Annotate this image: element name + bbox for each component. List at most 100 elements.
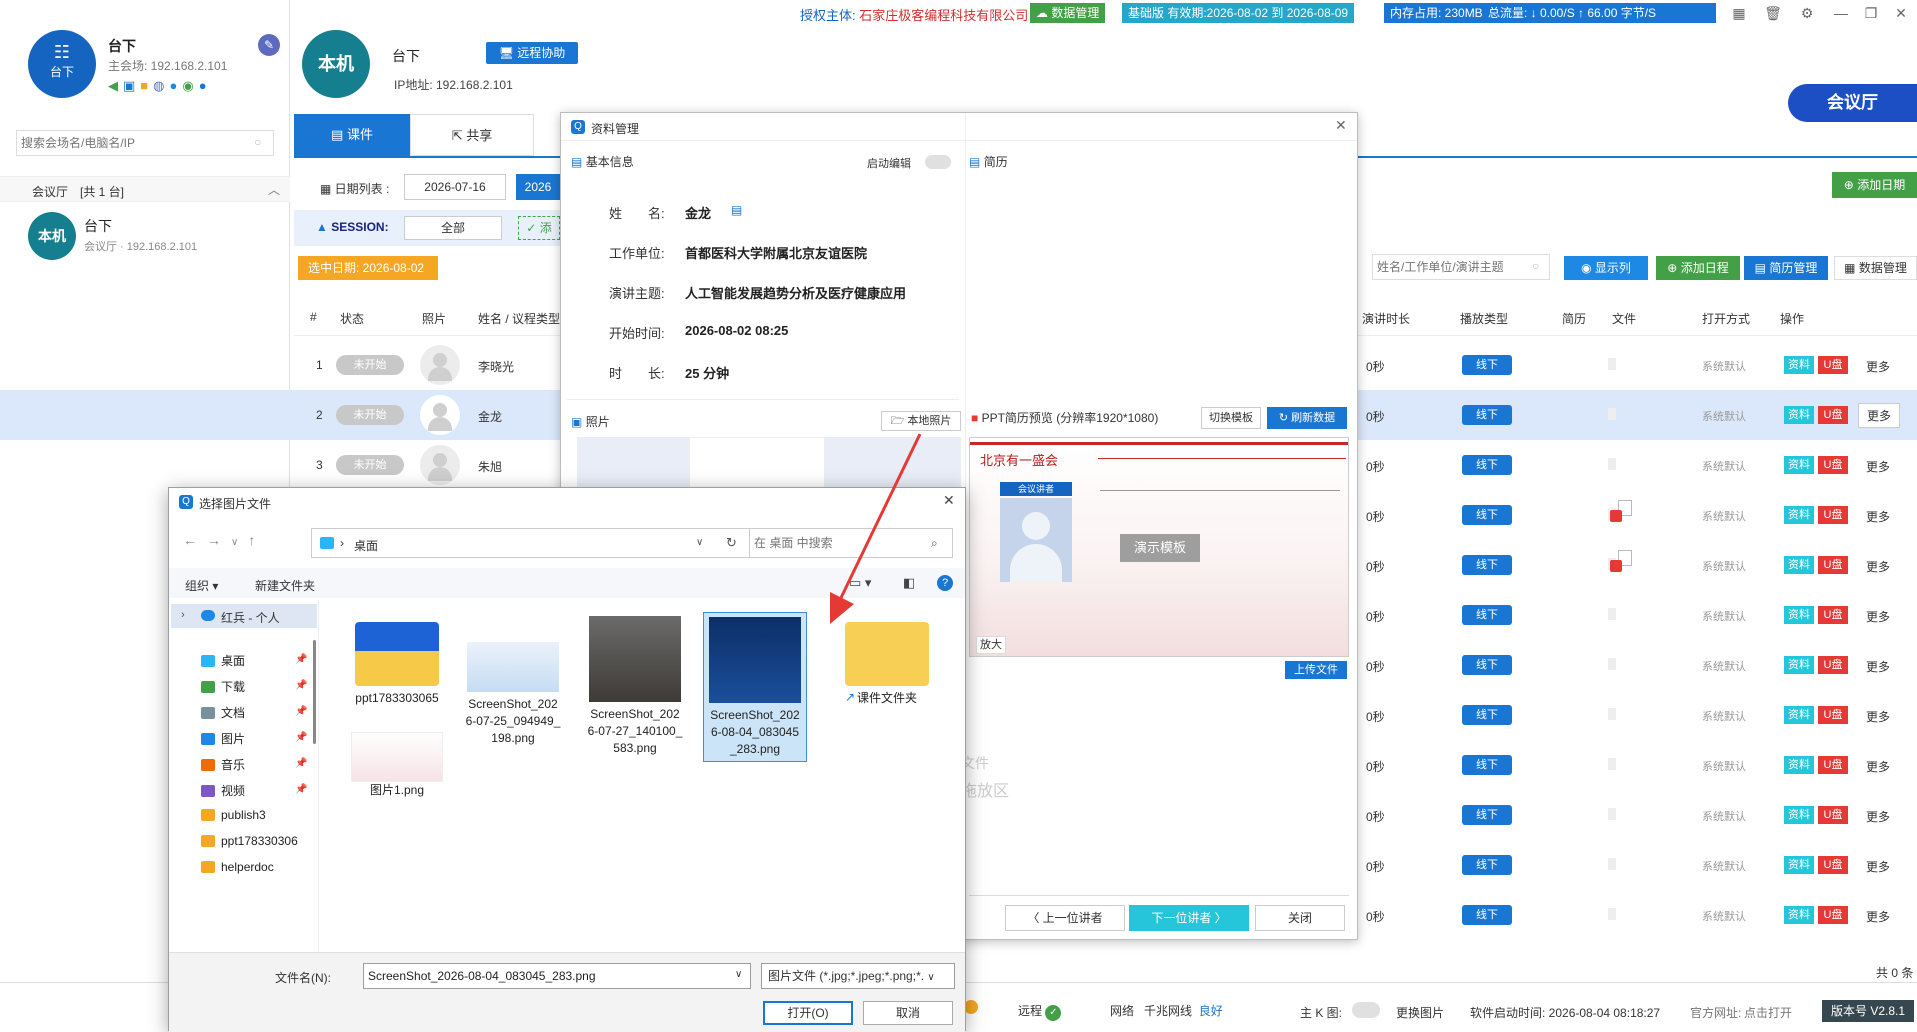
photo-slot-1[interactable]: [577, 437, 689, 493]
materials-button[interactable]: 资料: [1784, 756, 1814, 774]
file-type-select[interactable]: 图片文件 (*.jpg;*.jpeg;*.png;*. ∨: [761, 963, 955, 989]
show-columns-button[interactable]: ◉ 显示列: [1564, 256, 1648, 280]
skin-icon[interactable]: ▦: [1728, 2, 1750, 24]
resume-icon[interactable]: [1608, 758, 1616, 770]
prev-speaker-button[interactable]: 〈 上一位讲者: [1005, 905, 1125, 931]
resume-mgmt-button[interactable]: ▤ 简历管理: [1744, 256, 1828, 280]
add-schedule-button[interactable]: ⊕ 添加日程: [1656, 256, 1740, 280]
usb-button[interactable]: U盘: [1818, 406, 1848, 424]
materials-button[interactable]: 资料: [1784, 606, 1814, 624]
speaker-search-input[interactable]: [1372, 254, 1550, 280]
resume-icon[interactable]: [1608, 658, 1616, 670]
resume-icon[interactable]: [1608, 458, 1616, 470]
file-dialog-close-icon[interactable]: ✕: [943, 492, 955, 509]
more-button[interactable]: 更多: [1866, 908, 1890, 925]
forward-icon[interactable]: →: [207, 532, 231, 548]
resume-icon[interactable]: [1608, 708, 1616, 720]
usb-button[interactable]: U盘: [1818, 656, 1848, 674]
usb-button[interactable]: U盘: [1818, 906, 1848, 924]
date-chip-1[interactable]: 2026-07-16: [404, 174, 506, 200]
refresh-data-button[interactable]: ↻ 刷新数据: [1267, 407, 1347, 429]
usb-button[interactable]: U盘: [1818, 456, 1848, 474]
site-open-link[interactable]: 点击打开: [1744, 1004, 1792, 1021]
materials-button[interactable]: 资料: [1784, 406, 1814, 424]
nav-item[interactable]: publish3: [201, 808, 266, 822]
nav-item[interactable]: 下载: [201, 678, 245, 695]
recent-dropdown-icon[interactable]: ∨: [231, 537, 248, 548]
add-date-button[interactable]: ⊕ 添加日期: [1832, 172, 1917, 198]
ppt-file-icon[interactable]: [1610, 550, 1632, 576]
file-tile[interactable]: ScreenShot_2026-07-25_094949_198.png: [461, 612, 565, 762]
address-bar[interactable]: › 桌面 ∨ ↻: [311, 528, 751, 558]
materials-button[interactable]: 资料: [1784, 556, 1814, 574]
usb-button[interactable]: U盘: [1818, 706, 1848, 724]
resume-icon[interactable]: [1608, 808, 1616, 820]
up-icon[interactable]: ↑: [248, 532, 265, 548]
main-k-toggle[interactable]: [1352, 1002, 1380, 1018]
group-header[interactable]: 会议厅 [共 1 台] ︿: [0, 176, 290, 202]
usb-button[interactable]: U盘: [1818, 806, 1848, 824]
data-mgmt-badge[interactable]: ☁ 数据管理: [1030, 3, 1106, 23]
nav-scrollbar[interactable]: [313, 640, 316, 744]
ppt-file-icon[interactable]: [1610, 500, 1632, 526]
minimize-icon[interactable]: —: [1830, 2, 1852, 24]
back-icon[interactable]: ←: [183, 532, 207, 548]
usb-button[interactable]: U盘: [1818, 606, 1848, 624]
edit-icon[interactable]: ✎: [258, 34, 280, 56]
nav-item[interactable]: helperdoc: [201, 860, 274, 874]
resume-icon[interactable]: [1608, 908, 1616, 920]
tab-courseware[interactable]: ▤ 课件: [294, 114, 410, 156]
upload-file-button[interactable]: 上传文件: [1285, 661, 1347, 679]
remote-assist-button[interactable]: 🖥 远程协助: [486, 42, 578, 64]
session-all-chip[interactable]: 全部: [404, 216, 502, 240]
nav-user-item[interactable]: › 红兵 - 个人: [171, 604, 317, 628]
nav-item[interactable]: 桌面: [201, 652, 245, 669]
resume-icon[interactable]: [1608, 408, 1616, 420]
materials-button[interactable]: 资料: [1784, 706, 1814, 724]
id-card-icon[interactable]: ▤: [731, 203, 742, 217]
filename-input[interactable]: [363, 963, 751, 989]
chevron-down-icon[interactable]: ∨: [696, 537, 703, 548]
materials-button[interactable]: 资料: [1784, 906, 1814, 924]
hall-button[interactable]: 会议厅: [1788, 84, 1917, 122]
resume-icon[interactable]: [1608, 858, 1616, 870]
file-tile[interactable]: ScreenShot_2026-07-27_140100_583.png: [583, 612, 687, 762]
more-button[interactable]: 更多: [1866, 608, 1890, 625]
usb-button[interactable]: U盘: [1818, 556, 1848, 574]
materials-button[interactable]: 资料: [1784, 856, 1814, 874]
cancel-button[interactable]: 取消: [863, 1001, 953, 1025]
next-speaker-button[interactable]: 下一位讲者 〉: [1129, 905, 1249, 931]
materials-button[interactable]: 资料: [1784, 506, 1814, 524]
more-button[interactable]: 更多: [1866, 358, 1890, 375]
materials-button[interactable]: 资料: [1784, 656, 1814, 674]
nav-item[interactable]: ppt178330306: [201, 834, 298, 848]
nav-item[interactable]: 视频: [201, 782, 245, 799]
resume-icon[interactable]: [1608, 608, 1616, 620]
more-button[interactable]: 更多: [1866, 758, 1890, 775]
more-button[interactable]: 更多: [1866, 458, 1890, 475]
enable-edit-toggle[interactable]: [925, 155, 951, 169]
maximize-icon[interactable]: ❐: [1860, 2, 1882, 24]
dialog-close-button[interactable]: 关闭: [1255, 905, 1345, 931]
more-button[interactable]: 更多: [1858, 403, 1901, 428]
dialog-close-icon[interactable]: ✕: [1335, 117, 1347, 134]
switch-template-button[interactable]: 切换模板: [1201, 407, 1261, 429]
usb-button[interactable]: U盘: [1818, 756, 1848, 774]
materials-button[interactable]: 资料: [1784, 806, 1814, 824]
more-button[interactable]: 更多: [1866, 708, 1890, 725]
tab-share[interactable]: ⇱ 共享: [410, 114, 534, 156]
nav-item[interactable]: 图片: [201, 730, 245, 747]
date-chip-2[interactable]: 2026: [516, 174, 560, 200]
close-icon[interactable]: ✕: [1890, 2, 1912, 24]
more-button[interactable]: 更多: [1866, 858, 1890, 875]
device-avatar[interactable]: ☷ 台下: [28, 30, 96, 98]
nav-item[interactable]: 音乐: [201, 756, 245, 773]
open-button[interactable]: 打开(O): [763, 1001, 853, 1025]
data-mgmt-button[interactable]: ▦ 数据管理: [1834, 256, 1917, 280]
materials-button[interactable]: 资料: [1784, 456, 1814, 474]
more-button[interactable]: 更多: [1866, 508, 1890, 525]
usb-button[interactable]: U盘: [1818, 856, 1848, 874]
resume-icon[interactable]: [1608, 358, 1616, 370]
nav-item[interactable]: 文档: [201, 704, 245, 721]
enlarge-button[interactable]: 放大: [976, 636, 1006, 654]
